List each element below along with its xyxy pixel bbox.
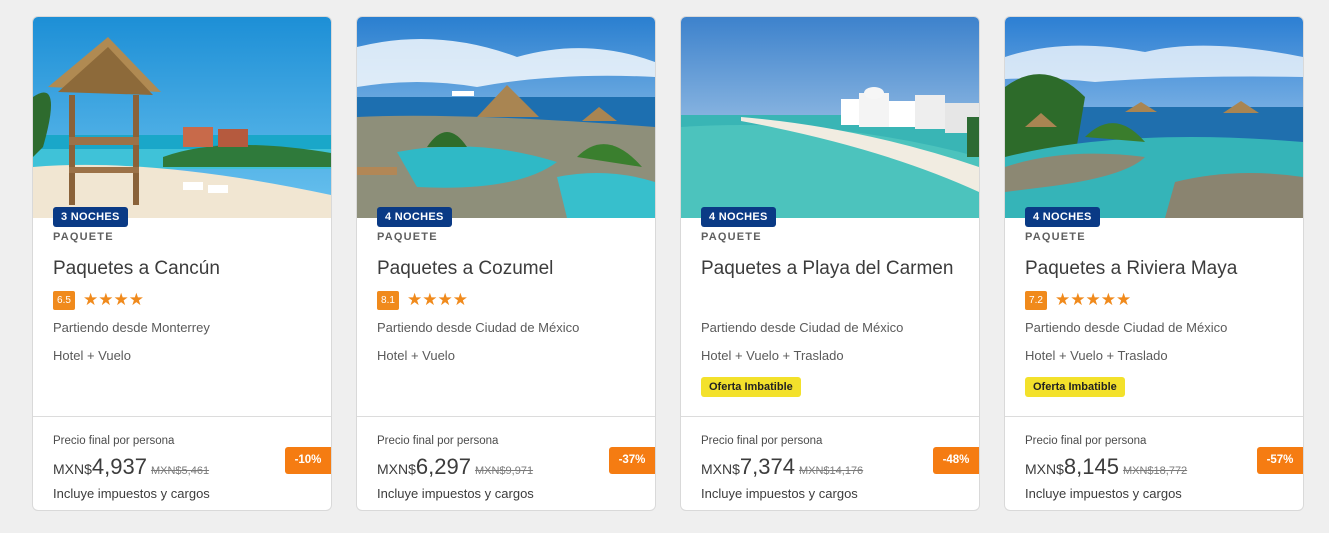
package-card-playa-del-carmen[interactable]: 4 NOCHES PAQUETE Paquetes a Playa del Ca… bbox=[680, 16, 980, 511]
package-card-cancun[interactable]: 3 NOCHES PAQUETE Paquetes a Cancún 6.5 ★… bbox=[32, 16, 332, 511]
discount-badge: -48% bbox=[933, 447, 979, 474]
discount-badge: -10% bbox=[285, 447, 331, 474]
includes-text: Hotel + Vuelo bbox=[377, 348, 455, 363]
includes-text: Hotel + Vuelo + Traslado bbox=[701, 348, 844, 363]
origin-text: Partiendo desde Monterrey bbox=[53, 320, 210, 335]
discount-badge: -37% bbox=[609, 447, 655, 474]
package-type-label: PAQUETE bbox=[53, 231, 114, 243]
rating-score-badge: 7.2 bbox=[1025, 290, 1047, 310]
package-type-label: PAQUETE bbox=[1025, 231, 1086, 243]
includes-text: Hotel + Vuelo + Traslado bbox=[1025, 348, 1168, 363]
price-row: MXN$ 8,145 MXN$18,772 bbox=[1025, 454, 1187, 480]
cancun-beach-photo[interactable] bbox=[33, 17, 331, 218]
divider bbox=[33, 416, 331, 417]
rating: 6.5 ★★★★ bbox=[53, 290, 144, 310]
playa-del-carmen-beach-photo[interactable] bbox=[681, 17, 979, 218]
divider bbox=[357, 416, 655, 417]
price-row: MXN$ 7,374 MXN$14,176 bbox=[701, 454, 863, 480]
price-amount: 7,374 bbox=[739, 454, 795, 479]
taxes-note: Incluye impuestos y cargos bbox=[701, 486, 858, 501]
price-row: MXN$ 4,937 MXN$5,461 bbox=[53, 454, 209, 480]
deal-badge: Oferta Imbatible bbox=[701, 377, 801, 397]
price-label: Precio final por persona bbox=[701, 435, 823, 447]
nights-badge: 4 NOCHES bbox=[1025, 207, 1100, 227]
rating: 8.1 ★★★★ bbox=[377, 290, 468, 310]
nights-badge: 4 NOCHES bbox=[377, 207, 452, 227]
currency: MXN$ bbox=[377, 461, 416, 477]
price-amount: 8,145 bbox=[1063, 454, 1119, 479]
package-card-cozumel[interactable]: 4 NOCHES PAQUETE Paquetes a Cozumel 8.1 … bbox=[356, 16, 656, 511]
rating-score-badge: 8.1 bbox=[377, 290, 399, 310]
taxes-note: Incluye impuestos y cargos bbox=[377, 486, 534, 501]
package-title[interactable]: Paquetes a Riviera Maya bbox=[1025, 255, 1290, 283]
cozumel-lagoon-photo[interactable] bbox=[357, 17, 655, 218]
star-rating-icons: ★★★★ bbox=[83, 290, 144, 309]
package-card-riviera-maya[interactable]: 4 NOCHES PAQUETE Paquetes a Riviera Maya… bbox=[1004, 16, 1304, 511]
origin-text: Partiendo desde Ciudad de México bbox=[1025, 320, 1228, 335]
nights-badge: 4 NOCHES bbox=[701, 207, 776, 227]
package-title[interactable]: Paquetes a Cancún bbox=[53, 255, 318, 283]
nights-badge: 3 NOCHES bbox=[53, 207, 128, 227]
package-title[interactable]: Paquetes a Cozumel bbox=[377, 255, 642, 283]
rating: 7.2 ★★★★★ bbox=[1025, 290, 1131, 310]
old-price: MXN$5,461 bbox=[150, 465, 210, 477]
taxes-note: Incluye impuestos y cargos bbox=[53, 486, 210, 501]
price-row: MXN$ 6,297 MXN$9,971 bbox=[377, 454, 533, 480]
star-rating-icons: ★★★★ bbox=[407, 290, 468, 309]
price-label: Precio final por persona bbox=[377, 435, 499, 447]
old-price: MXN$18,772 bbox=[1122, 465, 1188, 477]
currency: MXN$ bbox=[701, 461, 740, 477]
currency: MXN$ bbox=[53, 461, 92, 477]
includes-text: Hotel + Vuelo bbox=[53, 348, 131, 363]
package-type-label: PAQUETE bbox=[377, 231, 438, 243]
divider bbox=[1005, 416, 1303, 417]
divider bbox=[681, 416, 979, 417]
rating-score-badge: 6.5 bbox=[53, 290, 75, 310]
deal-badge: Oferta Imbatible bbox=[1025, 377, 1125, 397]
package-type-label: PAQUETE bbox=[701, 231, 762, 243]
price-label: Precio final por persona bbox=[53, 435, 175, 447]
origin-text: Partiendo desde Ciudad de México bbox=[377, 320, 580, 335]
price-label: Precio final por persona bbox=[1025, 435, 1147, 447]
currency: MXN$ bbox=[1025, 461, 1064, 477]
star-rating-icons: ★★★★★ bbox=[1055, 290, 1132, 309]
origin-text: Partiendo desde Ciudad de México bbox=[701, 320, 904, 335]
taxes-note: Incluye impuestos y cargos bbox=[1025, 486, 1182, 501]
old-price: MXN$9,971 bbox=[474, 465, 534, 477]
price-amount: 6,297 bbox=[415, 454, 471, 479]
riviera-maya-lagoon-photo[interactable] bbox=[1005, 17, 1303, 218]
discount-badge: -57% bbox=[1257, 447, 1303, 474]
old-price: MXN$14,176 bbox=[798, 465, 864, 477]
price-amount: 4,937 bbox=[91, 454, 147, 479]
package-title[interactable]: Paquetes a Playa del Carmen bbox=[701, 255, 966, 283]
package-cards: 3 NOCHES PAQUETE Paquetes a Cancún 6.5 ★… bbox=[0, 0, 1329, 533]
